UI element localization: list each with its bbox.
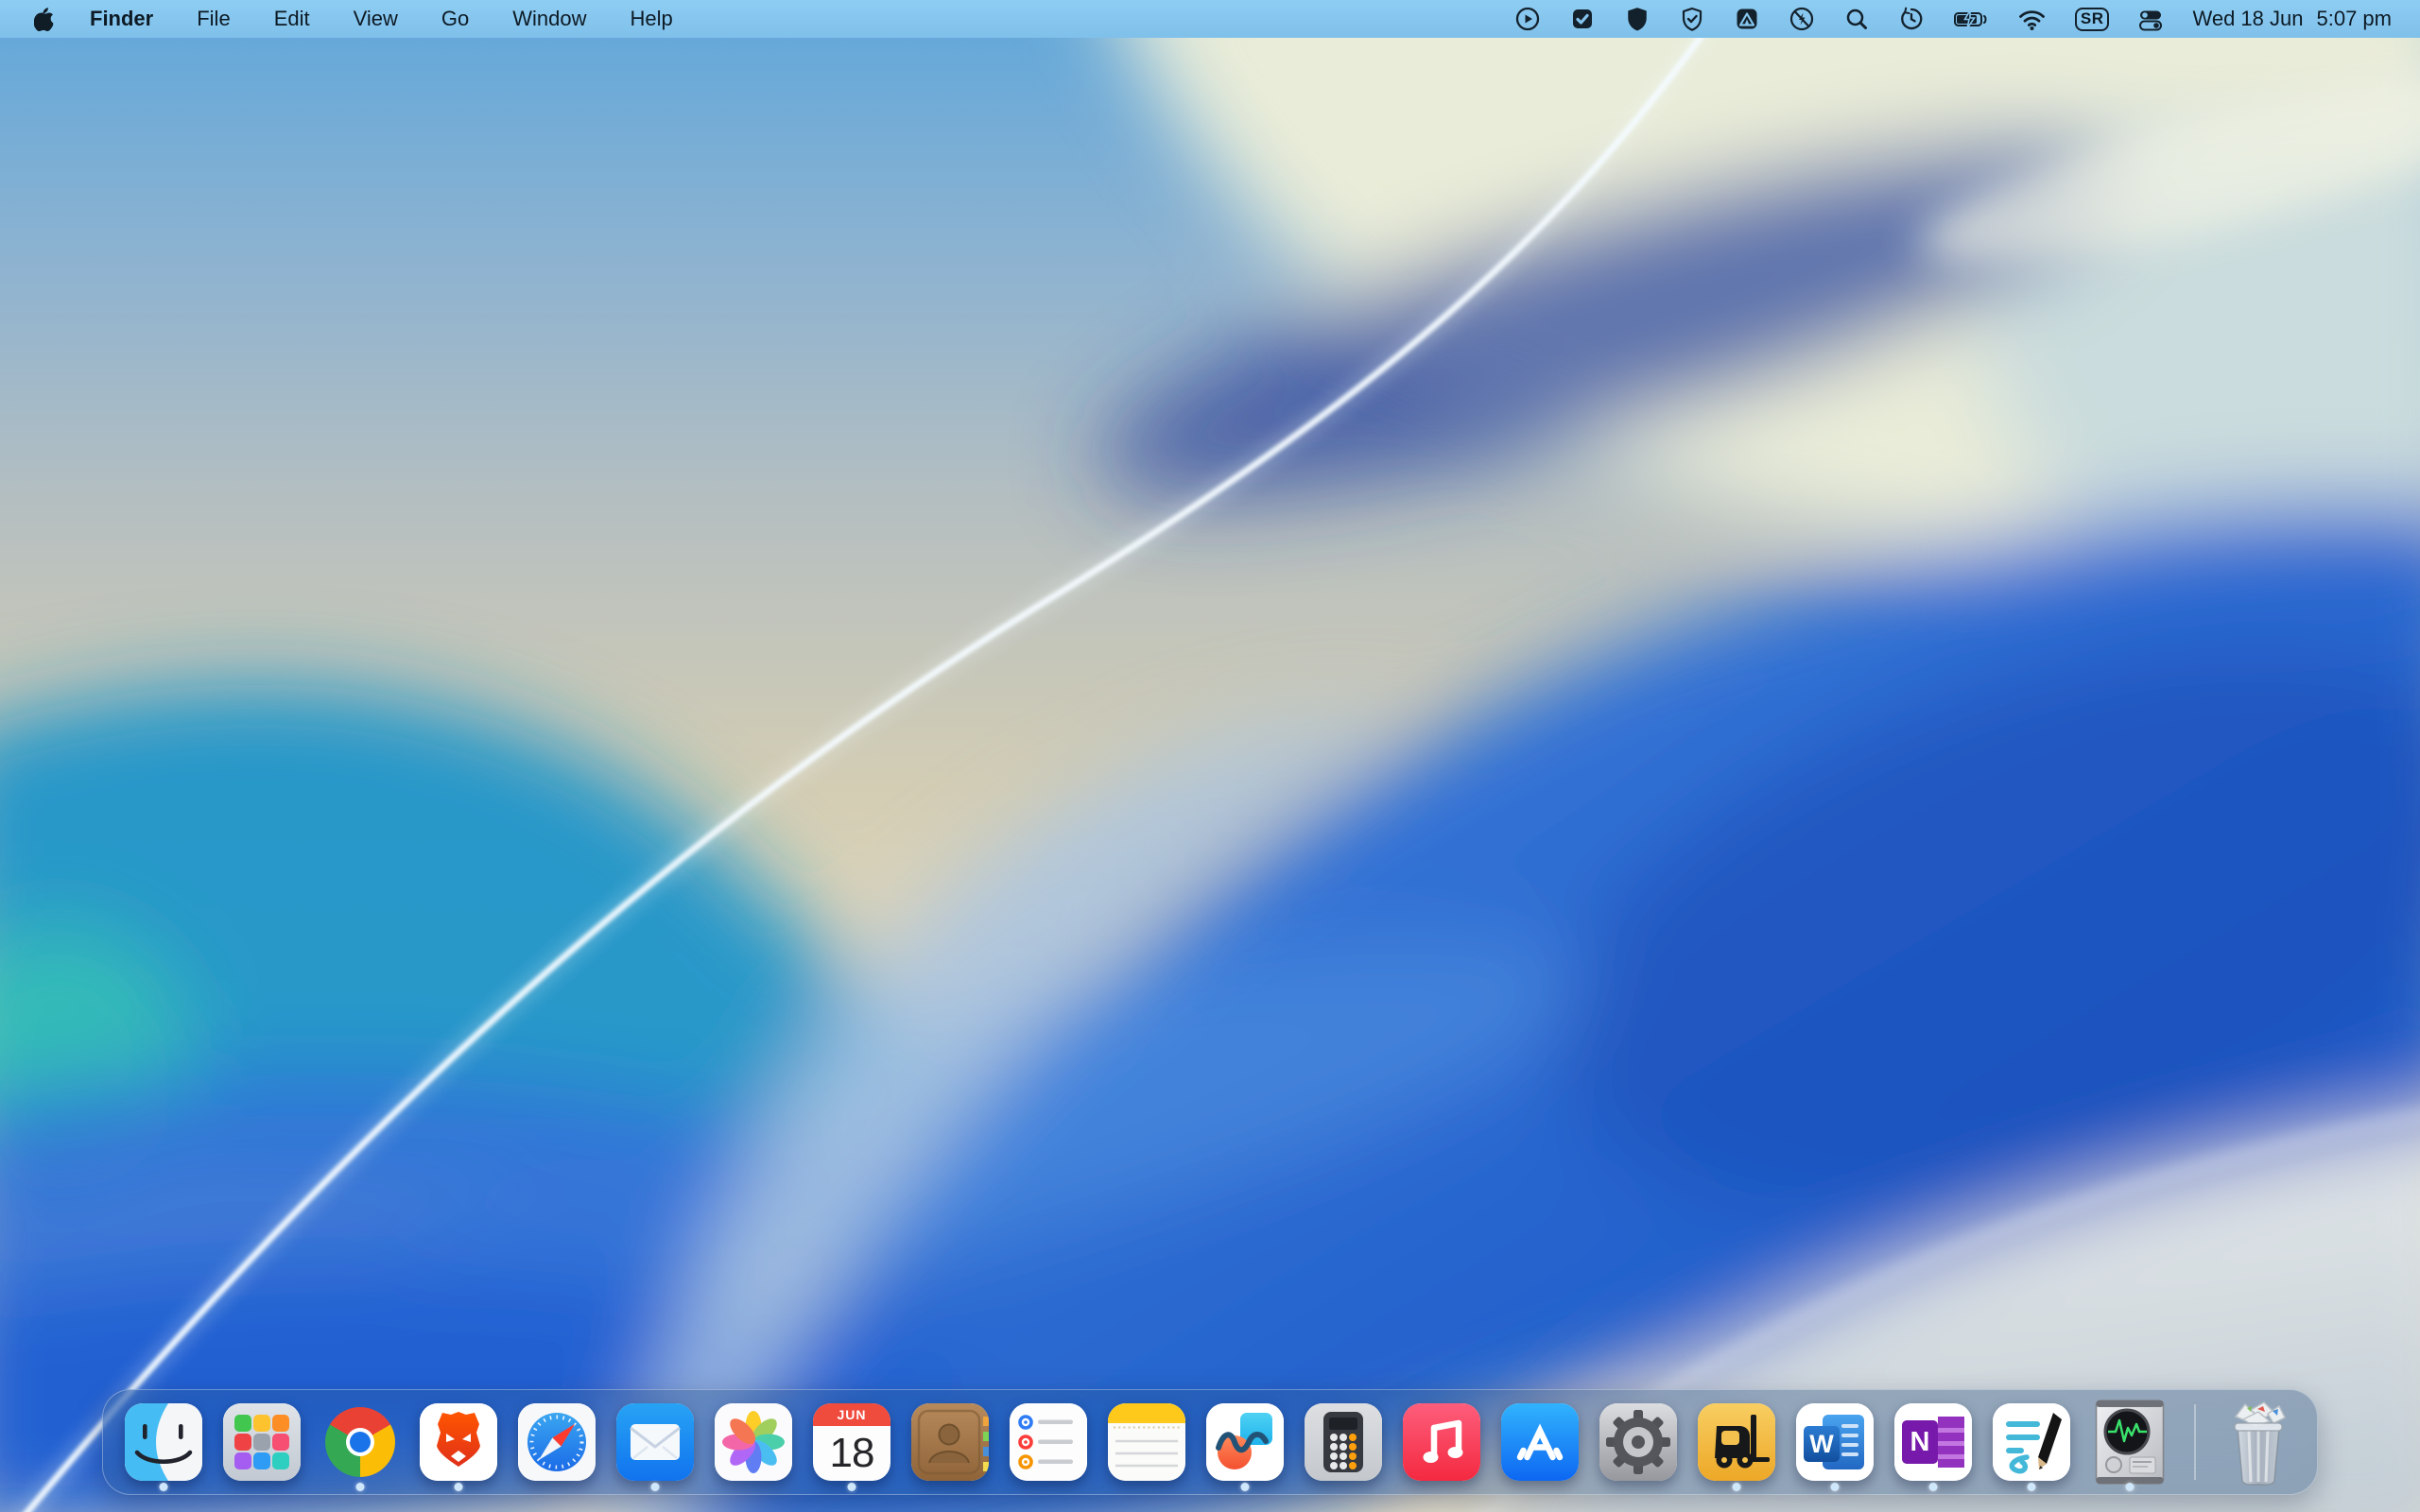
forklift-icon (1698, 1403, 1775, 1481)
music-icon (1403, 1403, 1480, 1481)
apple-logo-icon (34, 7, 54, 31)
freeform-icon (1206, 1403, 1284, 1481)
dock-app-drivedx[interactable] (2081, 1390, 2179, 1494)
trash-full-icon (2216, 1398, 2301, 1486)
running-indicator (2027, 1483, 2036, 1491)
reminders-icon (1010, 1403, 1087, 1481)
word-icon: W (1796, 1403, 1874, 1481)
dock-app-safari[interactable] (508, 1390, 606, 1494)
menu-item-edit[interactable]: Edit (252, 0, 332, 38)
dock-app-launchpad[interactable] (213, 1390, 311, 1494)
spotlight-search-icon[interactable] (1843, 0, 1870, 38)
dock-app-notes[interactable] (1098, 1390, 1196, 1494)
dock-app-app-store[interactable] (1491, 1390, 1589, 1494)
brave-icon (420, 1403, 497, 1481)
dock-divider (2194, 1404, 2196, 1480)
menu-bar-status: SR Wed 18 Jun 5:07 pm (1514, 0, 2392, 38)
calendar-day: 18 (829, 1430, 875, 1476)
finder-icon (125, 1403, 202, 1481)
dock-app-onenote[interactable]: N (1884, 1390, 1982, 1494)
running-indicator (1928, 1483, 1938, 1491)
notes-icon (1108, 1403, 1185, 1481)
running-indicator (454, 1483, 463, 1491)
calculator-icon (1305, 1403, 1382, 1481)
chrome-icon (321, 1403, 399, 1481)
menu-bar: Finder File Edit View Go Window Help SR … (0, 0, 2420, 38)
menu-bar-left: Finder File Edit View Go Window Help (32, 0, 695, 38)
dock-app-photos[interactable] (704, 1390, 803, 1494)
onenote-icon: N (1894, 1403, 1972, 1481)
dock-app-freeform[interactable] (1196, 1390, 1294, 1494)
apple-menu[interactable] (32, 7, 71, 31)
input-source-badge[interactable]: SR (2074, 7, 2110, 31)
menu-item-help[interactable]: Help (609, 0, 695, 38)
menu-item-view[interactable]: View (332, 0, 420, 38)
safari-icon (518, 1403, 596, 1481)
dock-app-mail[interactable] (606, 1390, 704, 1494)
dock-app-word[interactable]: W (1786, 1390, 1884, 1494)
control-center-icon[interactable] (2137, 0, 2164, 38)
dock: JUN 18 W N (102, 1389, 2318, 1495)
dock-trash[interactable] (2211, 1390, 2306, 1494)
task-checkbox-icon[interactable] (1569, 0, 1596, 38)
triangle-alert-icon[interactable] (1734, 0, 1760, 38)
dock-app-reminders[interactable] (999, 1390, 1098, 1494)
menu-item-finder[interactable]: Finder (71, 0, 175, 38)
dock-app-music[interactable] (1392, 1390, 1491, 1494)
desktop: { "menu_bar": { "items": ["Finder", "Fil… (0, 0, 2420, 1512)
dock-app-finder[interactable] (114, 1390, 213, 1494)
dock-app-calculator[interactable] (1294, 1390, 1392, 1494)
mail-icon (616, 1403, 694, 1481)
dock-app-contacts[interactable] (901, 1390, 999, 1494)
menu-item-go[interactable]: Go (420, 0, 491, 38)
desktop-wallpaper[interactable] (0, 0, 2420, 1512)
dock-app-nebo[interactable] (1982, 1390, 2081, 1494)
play-circle-icon[interactable] (1514, 0, 1541, 38)
nebo-pen-icon (1993, 1403, 2070, 1481)
dock-app-brave[interactable] (409, 1390, 508, 1494)
onenote-letter: N (1910, 1426, 1930, 1457)
clock-time: 5:07 pm (2316, 7, 2393, 30)
running-indicator (355, 1483, 365, 1491)
dock-app-system-settings[interactable] (1589, 1390, 1687, 1494)
menu-bar-clock[interactable]: Wed 18 Jun 5:07 pm (2192, 7, 2392, 31)
dock-app-calendar[interactable]: JUN 18 (803, 1390, 901, 1494)
photos-icon (715, 1403, 792, 1481)
wifi-icon[interactable] (2017, 0, 2047, 38)
running-indicator (650, 1483, 660, 1491)
running-indicator (1732, 1483, 1741, 1491)
running-indicator (1240, 1483, 1250, 1491)
running-indicator (1830, 1483, 1840, 1491)
running-indicator (159, 1483, 168, 1491)
shield-filled-icon[interactable] (1624, 0, 1651, 38)
running-indicator (2125, 1483, 2135, 1491)
app-store-icon (1501, 1403, 1579, 1481)
system-settings-icon (1599, 1403, 1677, 1481)
menu-item-window[interactable]: Window (491, 0, 608, 38)
contacts-icon (911, 1403, 989, 1481)
menu-item-file[interactable]: File (175, 0, 251, 38)
battery-charging-icon[interactable] (1953, 0, 1989, 38)
dock-app-forklift[interactable] (1687, 1390, 1786, 1494)
clock-date: Wed 18 Jun (2192, 7, 2304, 30)
calendar-month-band: JUN (813, 1403, 890, 1426)
shield-check-icon[interactable] (1679, 0, 1705, 38)
running-indicator (847, 1483, 856, 1491)
drivedx-disk-icon (2095, 1399, 2165, 1486)
launchpad-icon (223, 1403, 301, 1481)
word-letter: W (1809, 1429, 1834, 1458)
bolt-slash-icon[interactable] (1789, 0, 1815, 38)
time-machine-icon[interactable] (1898, 0, 1925, 38)
dock-app-chrome[interactable] (311, 1390, 409, 1494)
calendar-icon: JUN 18 (813, 1403, 890, 1481)
